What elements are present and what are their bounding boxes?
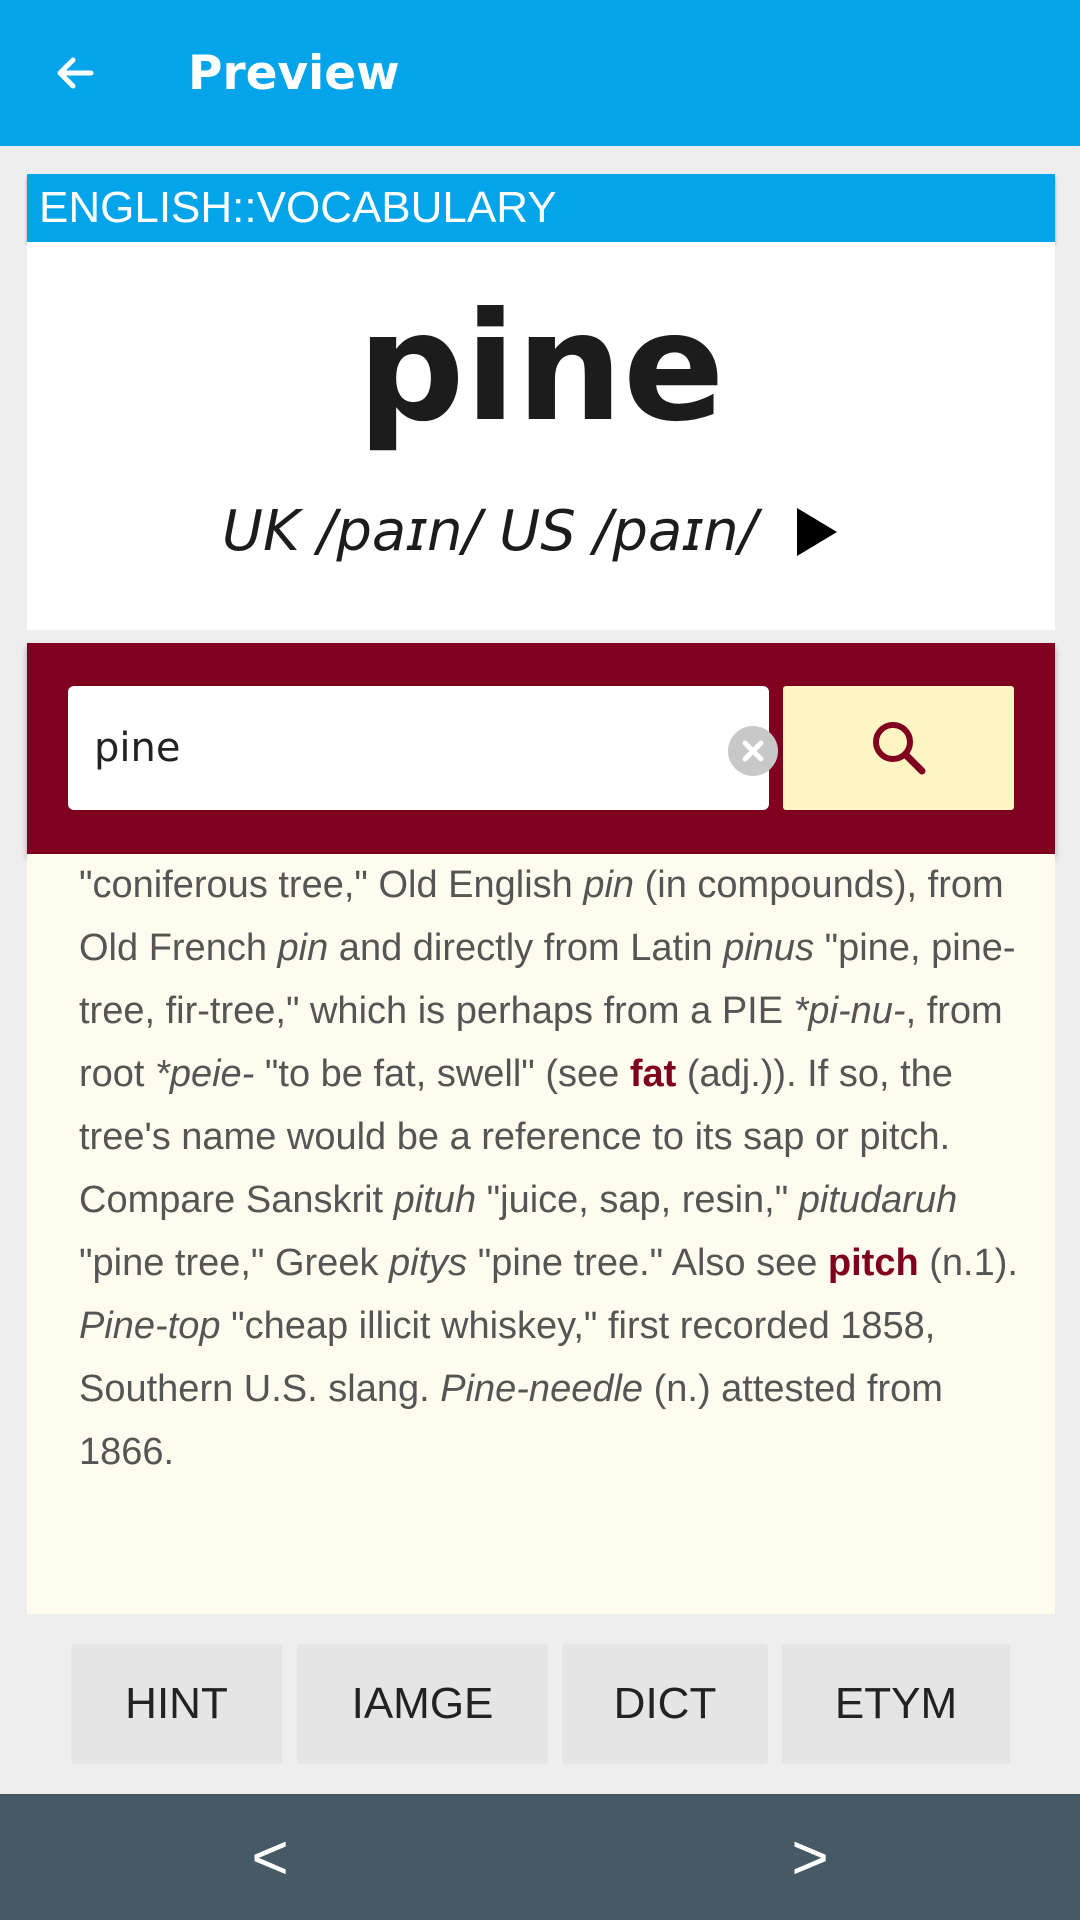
etym-italic-8: pitys [389, 1242, 468, 1284]
prev-button[interactable]: < [210, 1804, 330, 1910]
bottom-nav: < > [0, 1794, 1080, 1920]
clear-icon [742, 740, 764, 762]
etym-link-fat[interactable]: fat [630, 1053, 676, 1095]
etym-text-8: "juice, sap, resin," [476, 1179, 799, 1221]
app-bar: Preview [0, 0, 1080, 146]
search-button[interactable] [783, 686, 1014, 810]
tab-hint[interactable]: HINT [71, 1644, 282, 1764]
etymology-panel: "coniferous tree," Old English pin (in c… [27, 854, 1055, 1614]
etym-link-pitch[interactable]: pitch [828, 1242, 919, 1284]
etym-italic-3: pinus [723, 927, 815, 969]
etym-italic-4: *pi-nu- [793, 990, 906, 1032]
etym-italic-7: pitudaruh [798, 1179, 958, 1221]
etym-text-1: "coniferous tree," Old English [79, 864, 584, 906]
deck-name: ENGLISH::VOCABULARY [27, 174, 1055, 242]
etym-italic-10: Pine-needle [440, 1368, 644, 1410]
search-icon [872, 722, 925, 775]
etym-text-11: (n.1). [918, 1242, 1018, 1284]
search-bar [27, 643, 1055, 854]
tab-dict[interactable]: DICT [562, 1644, 768, 1764]
play-icon [797, 508, 837, 556]
etym-text-9: "pine tree," Greek [79, 1242, 390, 1284]
etymology-text: "coniferous tree," Old English pin (in c… [79, 854, 1019, 1484]
clear-button[interactable] [728, 726, 778, 776]
play-audio-button[interactable] [787, 502, 847, 562]
etym-italic-9: Pine-top [79, 1305, 221, 1347]
tab-image[interactable]: IAMGE [297, 1644, 548, 1764]
etym-italic-5: *peie- [155, 1053, 255, 1095]
etym-italic-2: pin [277, 927, 329, 969]
back-button[interactable] [44, 42, 106, 104]
word-title: pine [357, 281, 725, 455]
pronunciation-text: UK /paɪn/ US /paɪn/ [222, 499, 758, 564]
page-title: Preview [188, 46, 400, 101]
etym-italic-6: pituh [393, 1179, 477, 1221]
etym-text-10: "pine tree." Also see [467, 1242, 828, 1284]
word-card: pine UK /paɪn/ US /paɪn/ [27, 242, 1055, 630]
arrow-left-icon [57, 57, 94, 89]
search-box [68, 686, 778, 810]
etym-text-6: "to be fat, swell" (see [254, 1053, 630, 1095]
search-input[interactable] [94, 708, 654, 788]
tab-etym[interactable]: ETYM [782, 1644, 1010, 1764]
etym-text-3: and directly from Latin [328, 927, 724, 969]
pronunciation-row: UK /paɪn/ US /paɪn/ [27, 494, 1055, 570]
next-button[interactable]: > [750, 1804, 870, 1910]
etym-italic-1: pin [583, 864, 635, 906]
